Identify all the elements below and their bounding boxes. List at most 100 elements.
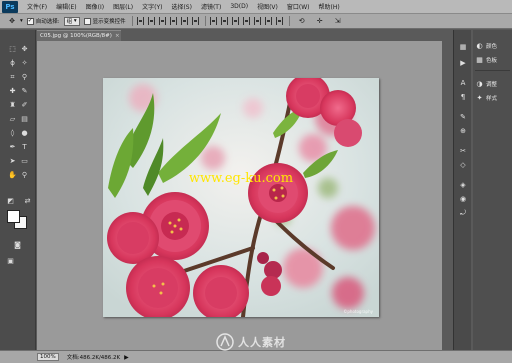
- dock-adjustments[interactable]: ◑ 调整: [475, 78, 511, 90]
- menu-filter[interactable]: 滤镜(T): [201, 2, 221, 11]
- 3d-mode-icon[interactable]: ⟲: [296, 16, 308, 27]
- dock-swatches-label: 色板: [486, 58, 498, 64]
- align-left-icon[interactable]: [169, 17, 177, 25]
- menu-image[interactable]: 图像(I): [86, 2, 104, 11]
- crop-tool-icon[interactable]: ⌗: [7, 72, 18, 82]
- auto-select-value: 组: [66, 19, 73, 25]
- panel-dock: ◐ 颜色 ▦ 色板 ◑ 调整 ✦ 样式: [473, 30, 512, 350]
- peach-blossom-photo: [103, 78, 379, 317]
- healing-brush-icon[interactable]: ✚: [7, 86, 18, 96]
- photo-signature: ©photography: [343, 309, 373, 314]
- layers-icon[interactable]: ◈: [457, 180, 469, 190]
- distribute-left-icon[interactable]: [242, 17, 250, 25]
- clone-source-icon[interactable]: ⊕: [457, 126, 469, 136]
- actions-icon[interactable]: ▶: [457, 58, 469, 68]
- lasso-tool-icon[interactable]: ϕ: [7, 58, 18, 68]
- styles-icon: ✦: [476, 94, 483, 102]
- close-icon[interactable]: ×: [115, 33, 120, 39]
- hand-tool-icon[interactable]: ✋: [7, 170, 18, 180]
- foreground-color-swatch[interactable]: [7, 210, 20, 223]
- document-tab[interactable]: C05.jpg @ 100%(RGB/8#) ×: [37, 30, 121, 41]
- pen-tool-icon[interactable]: ✒: [7, 142, 18, 152]
- divider: [288, 16, 290, 26]
- paths-icon[interactable]: ⤾: [457, 208, 469, 218]
- distribute-top-icon[interactable]: [209, 17, 217, 25]
- menu-3d[interactable]: 3D(D): [230, 3, 248, 10]
- move-tool-preset-icon[interactable]: ✥: [6, 16, 18, 27]
- quick-mask-icon[interactable]: ◙: [12, 240, 23, 250]
- dock-adjustments-label: 调整: [486, 82, 498, 88]
- brush-presets-icon[interactable]: ✎: [457, 112, 469, 122]
- toolbox: ⬚ ✥ ϕ ✧ ⌗ ⚲ ✚ ✎ ♜ ✐ ▱ ▤ ◊ ● ✒ T ➤ ▭ ✋ ⚲ …: [0, 30, 36, 350]
- divider: [131, 16, 133, 26]
- brush-tool-icon[interactable]: ✎: [19, 86, 30, 96]
- gradient-tool-icon[interactable]: ▤: [19, 114, 30, 124]
- document-tab-title: C05.jpg @ 100%(RGB/8#): [40, 33, 112, 39]
- shape-tool-icon[interactable]: ▭: [19, 156, 30, 166]
- menu-help[interactable]: 帮助(H): [319, 2, 340, 11]
- swap-colors-icon[interactable]: ⇄: [22, 196, 33, 206]
- status-menu-arrow-icon[interactable]: ▶: [124, 354, 129, 361]
- clone-stamp-icon[interactable]: ♜: [7, 100, 18, 110]
- menu-file[interactable]: 文件(F): [27, 2, 47, 11]
- dock-swatches[interactable]: ▦ 色板: [475, 54, 511, 66]
- align-hcenter-icon[interactable]: [180, 17, 188, 25]
- type-tool-icon[interactable]: T: [19, 142, 30, 152]
- dock-color[interactable]: ◐ 颜色: [475, 40, 511, 52]
- align-bottom-icon[interactable]: [158, 17, 166, 25]
- marquee-tool-icon[interactable]: ⬚: [7, 44, 18, 54]
- menu-layer[interactable]: 图层(L): [113, 2, 133, 11]
- character-icon[interactable]: A: [457, 78, 469, 88]
- default-colors-icon[interactable]: ◩: [5, 196, 16, 206]
- history-icon[interactable]: ▦: [457, 42, 469, 52]
- align-right-icon[interactable]: [191, 17, 199, 25]
- path-select-icon[interactable]: ➤: [7, 156, 18, 166]
- zoom-level-field[interactable]: 100%: [37, 353, 59, 361]
- canvas-area[interactable]: www.eg-ku.com ©photography: [37, 41, 442, 350]
- eraser-icon[interactable]: ▱: [7, 114, 18, 124]
- document-canvas-image[interactable]: www.eg-ku.com ©photography: [103, 78, 379, 317]
- history-brush-icon[interactable]: ✐: [19, 100, 30, 110]
- site-watermark: 人人素材: [215, 333, 286, 351]
- align-top-icon[interactable]: [136, 17, 144, 25]
- channels-icon[interactable]: ◉: [457, 194, 469, 204]
- menu-type[interactable]: 文字(Y): [142, 2, 162, 11]
- auto-select-dropdown[interactable]: 组 ▾: [63, 16, 80, 26]
- distribute-hcenter-icon[interactable]: [253, 17, 261, 25]
- options-bar: ✥ ▾ ✓ 自动选择: 组 ▾ 显示变换控件 ⟲ ✛ ⇲: [0, 14, 512, 29]
- 3d-icon[interactable]: ◇: [457, 160, 469, 170]
- blur-tool-icon[interactable]: ◊: [7, 128, 18, 138]
- paragraph-icon[interactable]: ¶: [457, 92, 469, 102]
- watermark-logo-text: 人人素材: [238, 336, 286, 349]
- watermark-logo-icon: [216, 333, 234, 351]
- dodge-tool-icon[interactable]: ●: [19, 128, 30, 138]
- distribute-vcenter-icon[interactable]: [220, 17, 228, 25]
- dock-styles[interactable]: ✦ 样式: [475, 92, 511, 104]
- auto-select-checkbox[interactable]: ✓: [26, 17, 34, 25]
- show-transform-checkbox[interactable]: [83, 17, 91, 25]
- watermark-url: www.eg-ku.com: [188, 171, 294, 186]
- show-transform-label: 显示变换控件: [92, 19, 126, 25]
- tool-presets-icon[interactable]: ✂: [457, 146, 469, 156]
- eyedropper-icon[interactable]: ⚲: [19, 72, 30, 82]
- align-vcenter-icon[interactable]: [147, 17, 155, 25]
- distribute-bottom-icon[interactable]: [231, 17, 239, 25]
- divider: [475, 70, 510, 71]
- auto-select-label: 自动选择:: [35, 19, 60, 25]
- zoom-tool-icon[interactable]: ⚲: [19, 170, 30, 180]
- auto-align-icon[interactable]: [275, 17, 283, 25]
- move-tool-icon[interactable]: ✥: [19, 44, 30, 54]
- menu-window[interactable]: 窗口(W): [287, 2, 310, 11]
- distribute-right-icon[interactable]: [264, 17, 272, 25]
- document-info: 文档:486.2K/486.2K: [66, 355, 121, 361]
- menu-edit[interactable]: 编辑(E): [56, 2, 76, 11]
- preset-chevron-icon[interactable]: ▾: [20, 18, 23, 24]
- 3d-scale-icon[interactable]: ⇲: [332, 16, 344, 27]
- dock-styles-label: 样式: [486, 96, 498, 102]
- menu-view[interactable]: 视图(V): [257, 2, 278, 11]
- screen-mode-icon[interactable]: ▣: [5, 256, 16, 266]
- 3d-pan-icon[interactable]: ✛: [314, 16, 326, 27]
- menu-select[interactable]: 选择(S): [171, 2, 192, 11]
- magic-wand-icon[interactable]: ✧: [19, 58, 30, 68]
- status-bar: 100% 文档:486.2K/486.2K ▶: [0, 350, 512, 363]
